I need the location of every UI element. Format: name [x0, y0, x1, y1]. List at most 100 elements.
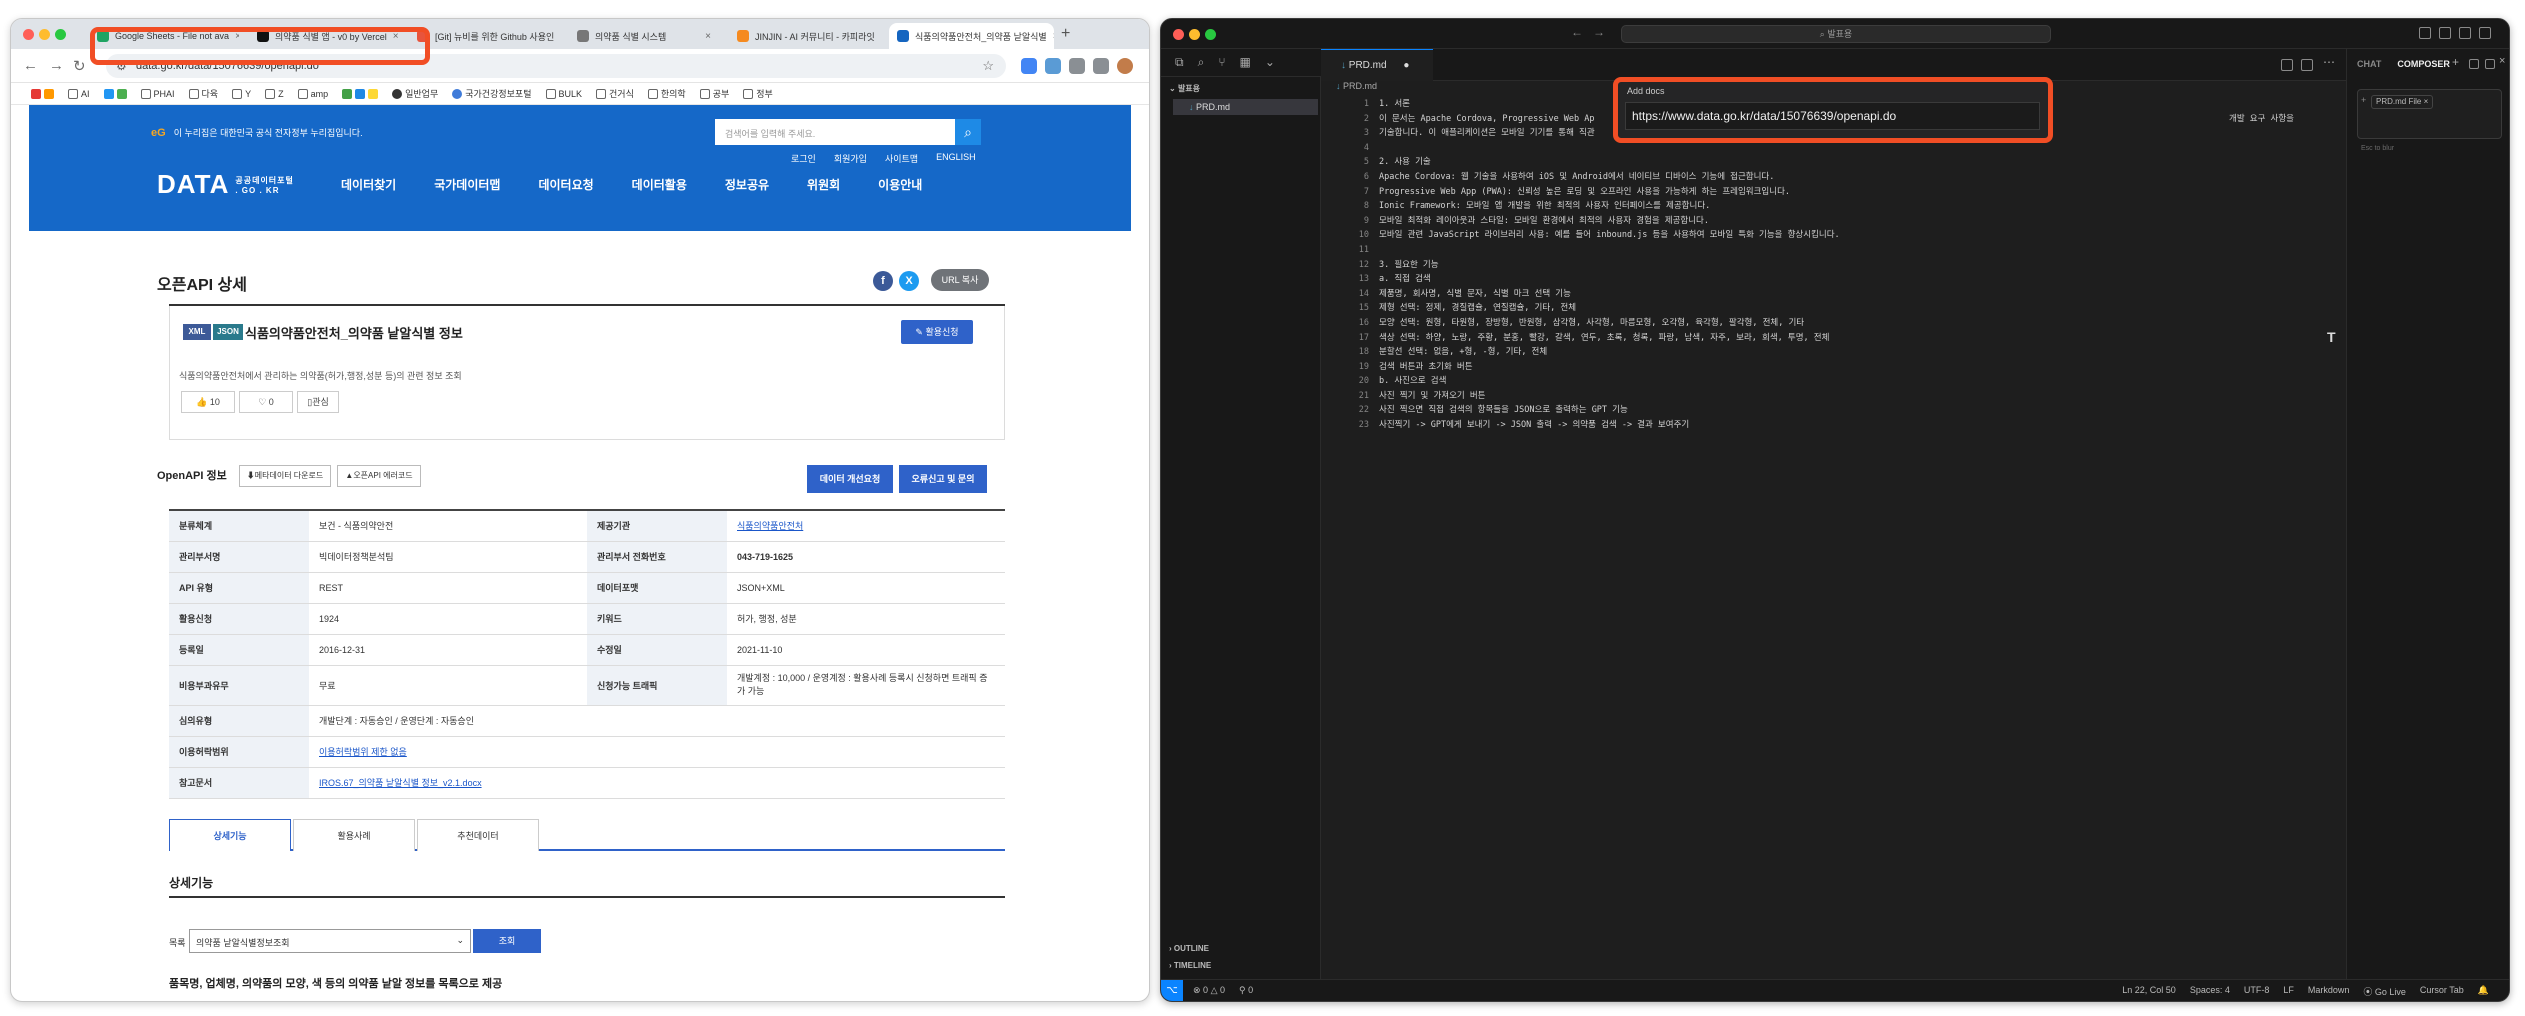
bookmark-folder[interactable]: 다육: [188, 87, 218, 100]
bookmark-folder[interactable]: 한의학: [647, 87, 686, 100]
like-button[interactable]: 👍 10: [181, 391, 235, 413]
browser-tab[interactable]: [Git] 뉴비를 위한 Github 사용인×: [409, 23, 559, 49]
extension-icon[interactable]: [1045, 58, 1061, 74]
interest-button[interactable]: ▯관심: [297, 391, 339, 413]
remote-icon[interactable]: ⌥: [1161, 980, 1183, 1001]
indentation[interactable]: Spaces: 4: [2190, 985, 2230, 998]
editor-tab[interactable]: ↓ PRD.md ●: [1321, 49, 1433, 81]
forward-icon[interactable]: →: [49, 57, 64, 74]
reload-icon[interactable]: ↻: [73, 57, 86, 75]
more-actions-icon[interactable]: ⋯: [2323, 55, 2335, 69]
cursor-tab-status[interactable]: Cursor Tab: [2420, 985, 2464, 998]
browser-tab[interactable]: JINJIN - AI 커뮤니티 - 카피라잇×: [729, 23, 879, 49]
facebook-icon[interactable]: f: [873, 271, 893, 291]
close-tab-icon[interactable]: ×: [554, 31, 559, 42]
history-icon[interactable]: [2469, 59, 2479, 69]
url-copy-button[interactable]: URL 복사: [931, 269, 989, 291]
bookmark-folder[interactable]: AI: [68, 88, 90, 99]
query-button[interactable]: 조회: [473, 929, 541, 953]
workspace-header[interactable]: ⌄ 발표용: [1169, 83, 1200, 94]
nav-item[interactable]: 위원회: [807, 176, 840, 193]
bookmark-item[interactable]: 일반업무: [392, 87, 438, 100]
english-link[interactable]: ENGLISH: [936, 152, 976, 165]
x-share-icon[interactable]: X: [899, 271, 919, 291]
back-icon[interactable]: ←: [23, 57, 38, 74]
bookmark-folder[interactable]: amp: [297, 88, 328, 99]
close-icon[interactable]: ×: [2499, 55, 2505, 67]
close-window-button[interactable]: [23, 29, 34, 40]
extensions-puzzle-icon[interactable]: [1069, 58, 1085, 74]
tab-composer[interactable]: COMPOSER: [2397, 59, 2450, 69]
provider-link[interactable]: 식품의약품안전처: [737, 521, 803, 531]
site-logo[interactable]: DATA 공공데이터포털. GO . KR: [157, 169, 294, 200]
login-link[interactable]: 로그인: [791, 152, 816, 165]
unsaved-dot-icon[interactable]: ●: [1403, 60, 1409, 71]
timeline-section[interactable]: › TIMELINE: [1169, 961, 1211, 970]
extensions-icon[interactable]: ▦: [1240, 55, 1251, 76]
close-window-button[interactable]: [1173, 29, 1184, 40]
error-code-button[interactable]: ▲오픈API 에러코드: [337, 465, 421, 487]
report-button[interactable]: 오류신고 및 문의: [899, 465, 987, 493]
browser-tab-active[interactable]: 식품의약품안전처_의약품 낱알식별×: [889, 23, 1054, 49]
bookmark-folder[interactable]: PHAI: [140, 88, 175, 99]
site-search-input[interactable]: 검색어를 입력해 주세요.: [715, 119, 955, 145]
chevron-down-icon[interactable]: ⌄: [1265, 55, 1275, 76]
cursor-position[interactable]: Ln 22, Col 50: [2122, 985, 2176, 998]
customize-layout-icon[interactable]: [2479, 27, 2491, 39]
tab-use-cases[interactable]: 활용사례: [293, 819, 415, 851]
ports-status[interactable]: ⚲ 0: [1239, 985, 1253, 996]
notifications-icon[interactable]: 🔔: [2478, 985, 2489, 998]
command-search[interactable]: ⌕ 발표용: [1621, 25, 2051, 43]
minimize-window-button[interactable]: [39, 29, 50, 40]
minimize-window-button[interactable]: [1189, 29, 1200, 40]
improve-request-button[interactable]: 데이터 개선요청: [807, 465, 893, 493]
explorer-icon[interactable]: ⧉: [1175, 55, 1184, 76]
nav-item[interactable]: 데이터활용: [632, 176, 687, 193]
encoding[interactable]: UTF-8: [2244, 985, 2270, 998]
maximize-icon[interactable]: [2485, 59, 2495, 69]
language-mode[interactable]: Markdown: [2308, 985, 2350, 998]
tab-chat[interactable]: CHAT: [2357, 59, 2381, 69]
side-panel-icon[interactable]: [1093, 58, 1109, 74]
zoom-window-button[interactable]: [1205, 29, 1216, 40]
add-context-icon[interactable]: +: [2361, 95, 2366, 105]
bookmark-folder[interactable]: 건거식: [596, 87, 634, 100]
bookmark-folder[interactable]: 정부: [743, 87, 773, 100]
bookmark-item[interactable]: [342, 88, 379, 99]
avatar[interactable]: [1117, 58, 1133, 74]
operation-select[interactable]: 의약품 낱알식별정보조회 ⌄: [189, 929, 471, 953]
bookmark-folder[interactable]: BULK: [545, 88, 582, 99]
toggle-secondary-icon[interactable]: [2459, 27, 2471, 39]
nav-item[interactable]: 이용안내: [878, 176, 922, 193]
apply-button[interactable]: ✎ 활용신청: [901, 320, 973, 344]
line-ending[interactable]: LF: [2283, 985, 2294, 998]
close-tab-icon[interactable]: ×: [699, 31, 711, 42]
split-editor-icon[interactable]: [2281, 59, 2293, 71]
signup-link[interactable]: 회원가입: [834, 152, 867, 165]
tab-recommended-data[interactable]: 추천데이터: [417, 819, 539, 851]
source-control-icon[interactable]: ⑂: [1218, 55, 1225, 76]
reference-doc-link[interactable]: IROS.67_의약품 낱알식별 정보_v2.1.docx: [319, 778, 482, 788]
forward-icon[interactable]: →: [1593, 25, 1605, 39]
browser-tab[interactable]: 의약품 식별 시스템 ×: [569, 23, 719, 49]
nav-item[interactable]: 데이터요청: [538, 176, 593, 193]
outline-section[interactable]: › OUTLINE: [1169, 944, 1209, 953]
bookmark-folder[interactable]: Y: [232, 88, 251, 99]
bookmark-item[interactable]: 국가건강정보포털: [452, 87, 532, 100]
new-tab-button[interactable]: +: [1061, 25, 1070, 43]
bookmark-folder[interactable]: Z: [265, 88, 284, 99]
errors-status[interactable]: ⊗ 0 △ 0: [1193, 985, 1225, 996]
comment-button[interactable]: ♡ 0: [239, 391, 293, 413]
sitemap-link[interactable]: 사이트맵: [885, 152, 918, 165]
metadata-download-button[interactable]: ⬇메타데이터 다운로드: [239, 465, 331, 487]
extension-icon[interactable]: [1021, 58, 1037, 74]
add-icon[interactable]: +: [2452, 55, 2459, 69]
close-tab-icon[interactable]: ×: [1047, 31, 1054, 42]
open-preview-icon[interactable]: [2301, 59, 2313, 71]
tab-detail-function[interactable]: 상세기능: [169, 819, 291, 851]
bookmark-folder[interactable]: 공부: [699, 87, 729, 100]
context-chip[interactable]: PRD.md File ×: [2371, 95, 2434, 109]
toggle-sidebar-icon[interactable]: [2419, 27, 2431, 39]
nav-item[interactable]: 정보공유: [725, 176, 769, 193]
nav-item[interactable]: 국가데이터맵: [434, 176, 500, 193]
